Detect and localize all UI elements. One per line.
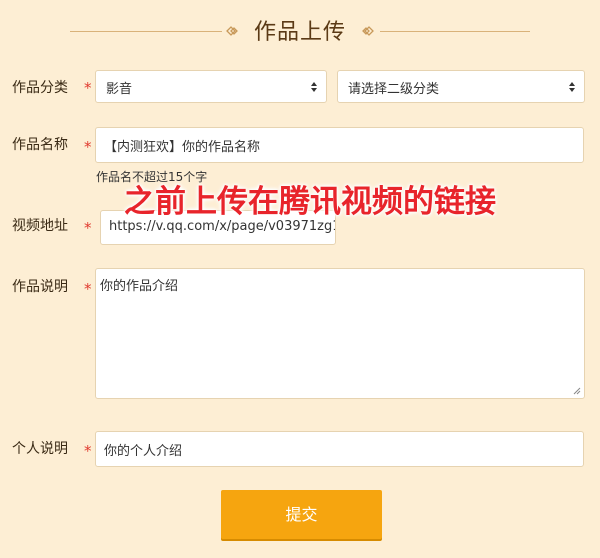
submit-button[interactable]: 提交 (221, 490, 382, 539)
page-title: 作品上传 (253, 20, 346, 45)
resize-handle-icon[interactable] (573, 387, 581, 395)
personal-label: 个人说明 (12, 441, 68, 457)
required-mark: * (84, 138, 92, 156)
description-textarea[interactable]: 你的作品介绍 (95, 268, 585, 399)
header-divider-left (70, 31, 222, 32)
description-text: 你的作品介绍 (100, 279, 179, 294)
required-mark: * (84, 442, 92, 460)
select-arrows-icon (311, 82, 317, 92)
ornament-icon (362, 26, 374, 36)
category-label: 作品分类 (12, 80, 68, 96)
annotation-overlay: 之前上传在腾讯视频的链接 (124, 184, 496, 220)
required-mark: * (84, 79, 92, 97)
subcategory-select[interactable]: 请选择二级分类 (337, 70, 585, 103)
name-input[interactable]: 【内测狂欢】你的作品名称 (95, 127, 584, 163)
subcategory-select-value: 请选择二级分类 (348, 82, 440, 97)
required-mark: * (84, 280, 92, 298)
personal-input[interactable]: 你的个人介绍 (95, 431, 584, 467)
description-label: 作品说明 (12, 279, 68, 295)
ornament-icon (226, 26, 238, 36)
header-divider-right (380, 31, 530, 32)
category-select[interactable]: 影音 (95, 70, 327, 103)
required-mark: * (84, 219, 92, 237)
category-select-value: 影音 (106, 82, 133, 97)
select-arrows-icon (569, 82, 575, 92)
name-label: 作品名称 (12, 137, 68, 153)
video-label: 视频地址 (12, 218, 68, 234)
